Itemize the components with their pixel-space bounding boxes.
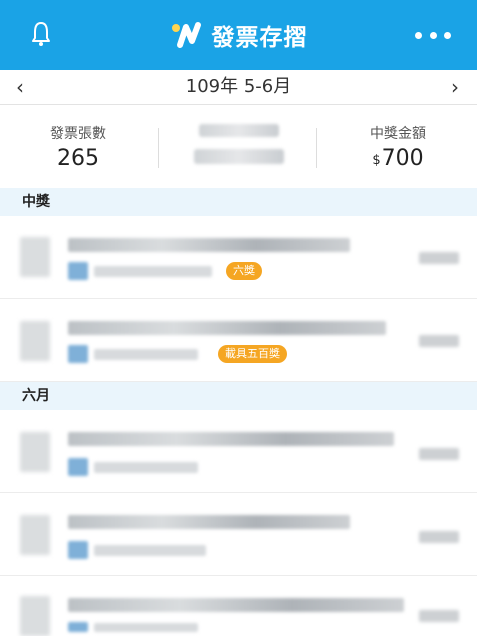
summary-panel: 發票張數 265 中獎金額 $700 [0,110,477,184]
redacted-stat [180,110,298,184]
section-header-june: 六月 [0,382,477,410]
carrier-icon [68,262,88,280]
invoice-row[interactable]: 載具五百獎 [0,299,477,382]
invoice-row[interactable]: 六獎 [0,216,477,299]
invoice-title [68,598,404,612]
invoice-amount [419,252,459,264]
invoice-meta [94,462,198,473]
prize-badge: 六獎 [226,262,262,280]
carrier-icon [68,458,88,476]
section-header-winning: 中獎 [0,188,477,216]
invoice-title [68,238,350,252]
invoice-thumbnail [20,432,50,472]
carrier-icon [68,345,88,363]
section-title: 中獎 [22,194,50,210]
invoice-title [68,515,350,529]
invoice-meta [94,266,212,277]
divider [158,128,159,168]
invoice-meta [94,545,206,556]
invoice-count-stat[interactable]: 發票張數 265 [18,110,138,184]
carrier-icon [68,622,88,632]
invoice-amount [419,531,459,543]
divider [316,128,317,168]
invoice-thumbnail [20,515,50,555]
brand: 發票存摺 [0,0,477,70]
divider [0,104,477,105]
invoice-row[interactable] [0,493,477,576]
prize-amount-value: $700 [372,146,424,171]
invoice-thumbnail [20,321,50,361]
invoice-row[interactable] [0,410,477,493]
app-logo [171,22,201,48]
invoice-amount [419,448,459,460]
section-title: 六月 [22,388,50,404]
more-icon[interactable] [415,28,451,42]
next-period-button[interactable]: › [445,76,465,98]
carrier-icon [68,541,88,559]
invoice-title [68,432,394,446]
invoice-title [68,321,386,335]
redacted-label [199,124,279,137]
invoice-count-value: 265 [57,146,99,171]
app-title: 發票存摺 [211,25,308,51]
previous-period-button[interactable]: ‹ [10,76,30,98]
invoice-meta [94,349,198,360]
invoice-count-label: 發票張數 [50,126,106,142]
invoice-row[interactable] [0,576,477,636]
period-label: 109年 5-6月 [185,76,292,97]
prize-amount-label: 中獎金額 [370,126,426,142]
invoice-thumbnail [20,237,50,277]
period-selector: 109年 5-6月 ‹ › [0,70,477,104]
invoice-amount [419,610,459,622]
prize-badge: 載具五百獎 [218,345,287,363]
app-header: 發票存摺 [0,0,477,70]
invoice-meta [94,623,198,632]
prize-amount-stat[interactable]: 中獎金額 $700 [338,110,458,184]
invoice-thumbnail [20,596,50,636]
invoice-amount [419,335,459,347]
redacted-value [194,149,284,164]
